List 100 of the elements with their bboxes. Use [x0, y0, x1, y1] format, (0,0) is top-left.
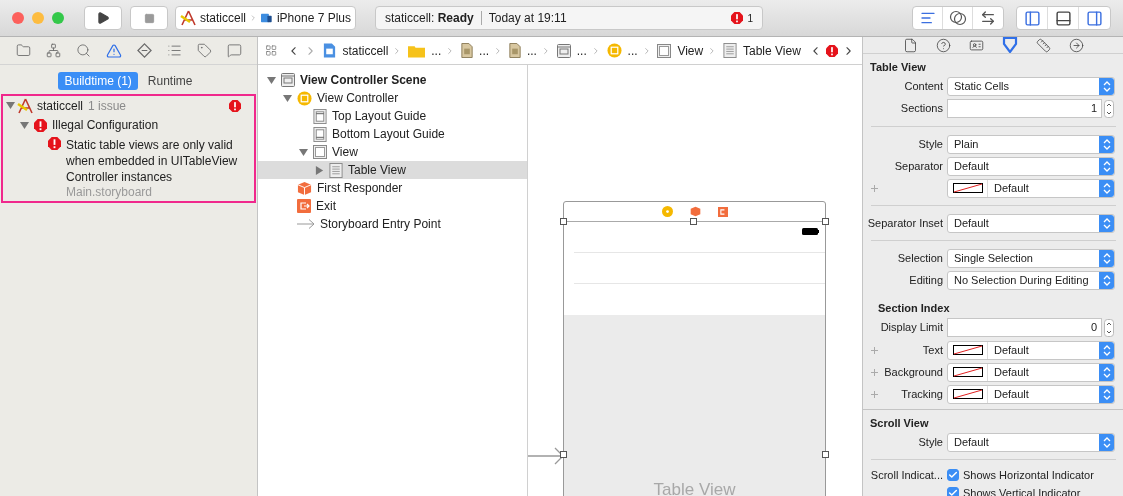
breadcrumb-label: ...	[576, 42, 587, 60]
stepper-icon[interactable]	[1104, 99, 1114, 118]
number-field[interactable]: 1	[947, 99, 1102, 118]
shield-arrow-icon[interactable]	[1001, 37, 1018, 53]
breadcrumb-item[interactable]: staticcell	[323, 41, 389, 60]
resize-handle[interactable]	[690, 218, 697, 225]
disclosure-triangle[interactable]	[299, 147, 308, 157]
issue-group-label[interactable]: Illegal Configuration	[52, 116, 159, 134]
entry-point-arrow	[528, 445, 564, 467]
diamond-icon[interactable]	[136, 43, 152, 58]
breadcrumb-label: View	[677, 42, 704, 60]
breadcrumb-item[interactable]: ...	[408, 41, 442, 60]
list-icon[interactable]	[166, 43, 182, 58]
view-controller-icon	[297, 90, 312, 106]
outline-row[interactable]: Top Layout Guide	[258, 107, 527, 125]
no-color-swatch	[952, 183, 983, 193]
cube-icon	[689, 206, 701, 217]
disclosure-triangle[interactable]	[315, 165, 324, 175]
outline-row[interactable]: First Responder	[258, 179, 527, 197]
warning-icon[interactable]	[105, 42, 122, 59]
popup-arrow-icon	[1099, 433, 1114, 451]
outline-row[interactable]: Exit	[258, 197, 527, 215]
breadcrumb-item[interactable]: ...	[606, 41, 638, 60]
table-view-icon	[329, 162, 343, 178]
outline-label: View	[332, 144, 358, 161]
disclosure-triangle[interactable]	[6, 101, 15, 110]
issue-message[interactable]: Static table views are only valid when embedded in UITableView Controller instances	[66, 137, 256, 185]
outline-row[interactable]: Storyboard Entry Point	[258, 215, 527, 233]
disclosure-triangle[interactable]	[283, 93, 292, 103]
field-label: Selection	[897, 251, 943, 264]
popup-arrow-icon	[1099, 179, 1114, 197]
scheme-selector[interactable]: staticcell iPhone 7 Plus	[175, 6, 356, 30]
breadcrumb-label: Table View	[743, 42, 801, 60]
color-popup-button[interactable]: Default	[947, 384, 1115, 404]
run-button[interactable]	[84, 6, 122, 30]
breadcrumb-label: staticcell	[342, 42, 389, 60]
outline-label: Storyboard Entry Point	[320, 216, 441, 233]
outline-row[interactable]: View Controller	[258, 89, 527, 107]
popup-button[interactable]: Static Cells	[947, 76, 1115, 96]
folder-icon[interactable]	[15, 43, 31, 58]
help-icon[interactable]	[935, 37, 951, 53]
stepper-icon[interactable]	[1104, 318, 1114, 337]
folder-icon	[408, 43, 426, 58]
popup-button[interactable]: Single Selection	[947, 248, 1115, 268]
disclosure-triangle[interactable]	[267, 75, 276, 85]
resize-handle[interactable]	[822, 218, 829, 225]
breadcrumb-item[interactable]: ...	[556, 41, 587, 60]
panel-toggle-control[interactable]	[1016, 6, 1111, 30]
outline-row[interactable]: Table View	[258, 161, 527, 179]
color-popup-button[interactable]: Default	[947, 340, 1115, 360]
close-window-button[interactable]	[12, 12, 24, 24]
scene-icon	[556, 43, 571, 58]
speech-bubble-icon[interactable]	[226, 43, 242, 58]
battery-icon	[802, 228, 819, 235]
hierarchy-icon[interactable]	[45, 43, 61, 58]
issue-count: 1	[747, 11, 753, 26]
breadcrumb-item[interactable]: Table View	[723, 41, 801, 60]
scope-tab[interactable]: Runtime	[141, 72, 199, 90]
outline-label: Bottom Layout Guide	[332, 126, 445, 143]
outline-label: View Controller Scene	[300, 72, 427, 89]
tag-icon[interactable]	[196, 43, 212, 58]
field-label: Separator Inset	[867, 216, 943, 229]
resize-handle[interactable]	[560, 218, 567, 225]
popup-button[interactable]: Plain	[947, 134, 1115, 154]
outline-row[interactable]: Bottom Layout Guide	[258, 125, 527, 143]
popup-arrow-icon	[1099, 363, 1114, 381]
disclosure-triangle[interactable]	[20, 120, 29, 130]
popup-button[interactable]: Default	[947, 213, 1115, 233]
project-name: staticcell	[37, 97, 83, 115]
editor-mode-control[interactable]	[912, 6, 1004, 30]
resize-handle[interactable]	[822, 451, 829, 458]
color-popup-button[interactable]: Default	[947, 362, 1115, 382]
checkbox-label: Shows Vertical Indicator	[963, 485, 1081, 496]
search-icon[interactable]	[75, 43, 91, 58]
breadcrumb-item[interactable]: ...	[461, 41, 490, 60]
popup-button[interactable]: Default	[947, 432, 1115, 452]
popup-button[interactable]: Default	[947, 156, 1115, 176]
outline-row[interactable]: View	[258, 143, 527, 161]
cube-icon	[297, 180, 312, 196]
field-label: Display Limit	[880, 321, 943, 334]
outline-row[interactable]: View Controller Scene	[258, 71, 527, 89]
related-items-icon[interactable]	[265, 43, 278, 58]
exit-icon	[717, 206, 728, 217]
file-icon[interactable]	[902, 37, 918, 53]
arrow-icon	[297, 219, 315, 229]
popup-button[interactable]: No Selection During Editing	[947, 270, 1115, 290]
breadcrumb-item[interactable]: ...	[508, 41, 537, 60]
number-field[interactable]: 0	[947, 318, 1102, 337]
popup-arrow-icon	[1099, 385, 1114, 403]
checkbox[interactable]	[947, 469, 959, 481]
breadcrumb-item[interactable]: View	[657, 41, 704, 60]
stop-button[interactable]	[130, 6, 168, 30]
scheme-project-label: staticcell	[200, 10, 246, 27]
id-card-icon[interactable]	[968, 37, 984, 53]
color-popup-button[interactable]: Default	[947, 178, 1115, 198]
ruler-icon[interactable]	[1035, 37, 1051, 53]
resize-handle[interactable]	[560, 451, 567, 458]
checkbox[interactable]	[947, 487, 959, 496]
table-view-icon	[723, 43, 737, 58]
view-icon	[313, 145, 327, 159]
